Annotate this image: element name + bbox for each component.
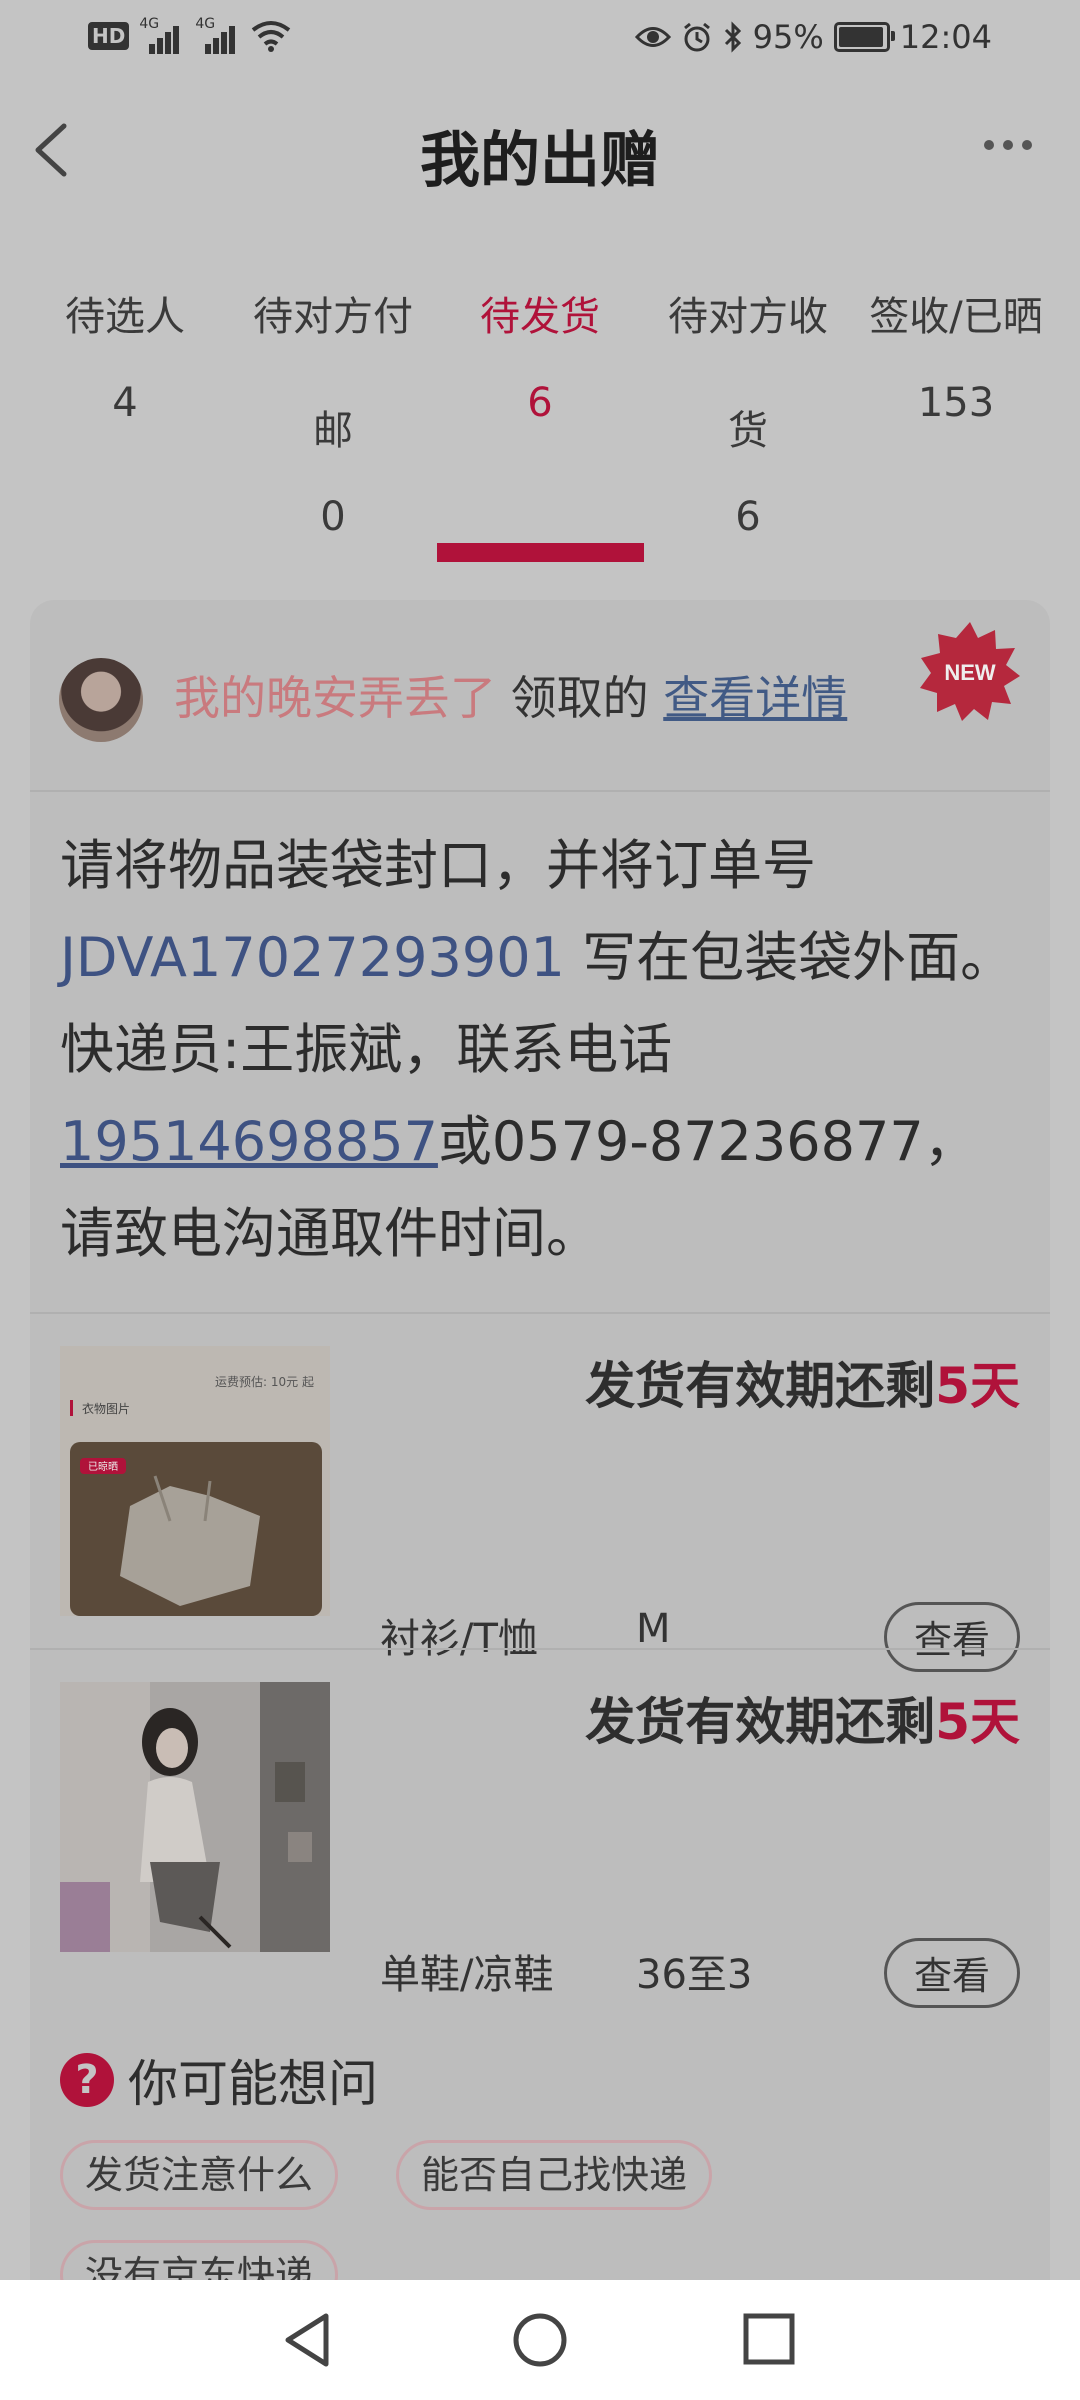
tab-label-wrap: 邮 xyxy=(313,408,353,454)
tab-label: 待发货 xyxy=(480,294,600,340)
bluetooth-icon xyxy=(724,21,741,53)
item-thumbnail[interactable]: 运费预估: 10元 起 衣物图片 已晾晒 xyxy=(60,1346,330,1616)
view-details-link[interactable]: 查看详情 xyxy=(663,671,847,725)
battery-icon xyxy=(833,22,895,52)
active-tab-indicator xyxy=(437,543,644,562)
tab-label-wrap: 货 xyxy=(728,408,768,454)
claim-row: 我的晚安弄丢了 领取的 查看详情 xyxy=(174,662,847,728)
svg-text:衣物图片: 衣物图片 xyxy=(82,1401,130,1416)
tab-count: 6 xyxy=(735,494,761,540)
courier-phone-link[interactable]: 19514698857 xyxy=(60,1110,438,1173)
more-dots-icon[interactable] xyxy=(984,140,1032,150)
new-badge-icon: NEW xyxy=(920,622,1020,721)
signal-icon: 4G xyxy=(139,16,185,54)
page-title: 我的出赠 xyxy=(420,126,660,196)
svg-text:运费预估: 10元 起: 运费预估: 10元 起 xyxy=(215,1375,314,1389)
order-number: JDVA17027293901 xyxy=(60,926,565,989)
tab-pending-ship[interactable]: 待发货 6 xyxy=(432,270,648,562)
clock: 12:04 xyxy=(899,18,992,56)
tab-label: 待对方付 xyxy=(253,294,413,340)
tab-pending-receive[interactable]: 待对方收 货 6 xyxy=(640,270,856,562)
ship-deadline: 发货有效期还剩5天 xyxy=(585,1357,1020,1415)
view-button[interactable]: 查看 xyxy=(884,1938,1020,2008)
signal-icon: 4G xyxy=(195,16,241,54)
system-nav-bar xyxy=(0,2280,1080,2400)
item-size: 36至3 xyxy=(636,1952,753,1998)
days-remaining: 5天 xyxy=(935,1693,1020,1751)
status-tabs: 待选人 4 待对方付 邮 0 待发货 6 待对方收 货 6 签收/已晒 153 xyxy=(0,270,1080,562)
ship-deadline: 发货有效期还剩5天 xyxy=(585,1693,1020,1751)
tab-signed[interactable]: 签收/已晒 153 xyxy=(848,270,1064,562)
avatar[interactable] xyxy=(59,658,143,742)
claimer-name[interactable]: 我的晚安弄丢了 xyxy=(174,671,496,725)
alarm-icon xyxy=(683,22,710,52)
tab-label: 签收/已晒 xyxy=(869,294,1043,340)
svg-text:NEW: NEW xyxy=(944,660,996,685)
tab-count: 0 xyxy=(320,494,346,540)
item-thumbnail[interactable] xyxy=(60,1682,330,1952)
svg-text:已晾晒: 已晾晒 xyxy=(88,1460,118,1473)
tab-label: 待对方收 xyxy=(668,294,828,340)
tab-count: 4 xyxy=(112,380,138,426)
faq-chip[interactable]: 发货注意什么 xyxy=(60,2140,339,2210)
tab-label: 待选人 xyxy=(65,294,185,340)
status-bar: HD 4G 4G 95% 12:04 xyxy=(0,0,1080,80)
packing-instructions: 请将物品装袋封口，并将订单号 JDVA17027293901 写在包装袋外面。快… xyxy=(60,820,1026,1280)
tab-count: 153 xyxy=(917,380,995,426)
wifi-icon xyxy=(252,21,291,52)
hd-icon: HD xyxy=(88,22,130,50)
gift-item: 运费预估: 10元 起 衣物图片 已晾晒 发货有效期还剩5天 衬衫/T恤 M 查… xyxy=(30,1310,1050,1672)
faq-section-title: ? 你可能想问 xyxy=(60,2044,378,2116)
nav-back-icon[interactable] xyxy=(280,2310,336,2370)
question-icon: ? xyxy=(60,2053,114,2107)
item-category: 单鞋/凉鞋 xyxy=(380,1952,554,1998)
eye-icon xyxy=(634,27,671,47)
nav-recents-icon[interactable] xyxy=(742,2312,798,2368)
tab-pending-select[interactable]: 待选人 4 xyxy=(17,270,233,562)
battery-percent: 95% xyxy=(752,18,824,56)
divider xyxy=(30,790,1050,792)
gift-item: 发货有效期还剩5天 单鞋/凉鞋 36至3 查看 xyxy=(30,1646,1050,2008)
tab-count: 6 xyxy=(527,380,553,426)
tab-pending-postage[interactable]: 待对方付 邮 0 xyxy=(225,270,441,562)
nav-home-icon[interactable] xyxy=(510,2310,570,2370)
days-remaining: 5天 xyxy=(935,1357,1020,1415)
faq-title-text: 你可能想问 xyxy=(128,2055,378,2113)
faq-chip[interactable]: 能否自己找快递 xyxy=(396,2140,713,2210)
instruction-text: 请将物品装袋封口，并将订单号 xyxy=(60,834,816,897)
claim-text: 领取的 xyxy=(510,671,649,725)
